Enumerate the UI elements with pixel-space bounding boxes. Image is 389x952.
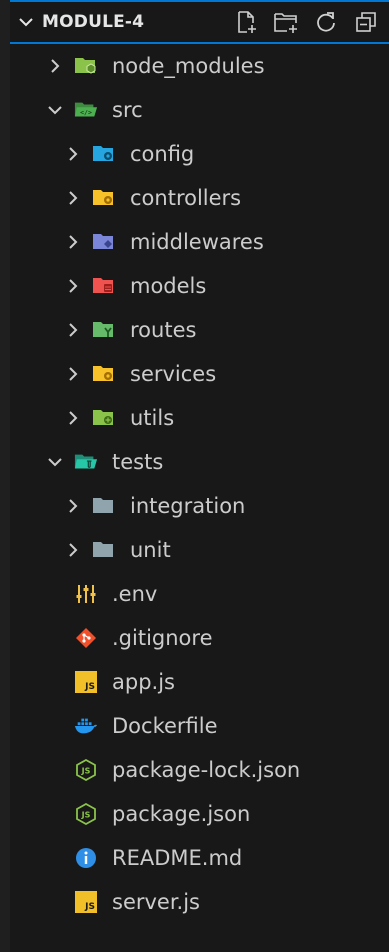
tree-item-label: node_modules bbox=[112, 54, 265, 78]
chevron-right-icon[interactable] bbox=[64, 277, 82, 295]
tree-item-label: integration bbox=[130, 494, 246, 518]
folder-icon bbox=[92, 538, 116, 562]
git-icon bbox=[74, 626, 98, 650]
tree-file-item[interactable]: JS package.json bbox=[10, 792, 389, 836]
nodejs-icon: JS bbox=[74, 802, 98, 826]
tree-item-label: .env bbox=[112, 582, 158, 606]
collapse-all-icon[interactable] bbox=[353, 9, 379, 35]
folder-tests-icon bbox=[74, 450, 98, 474]
chevron-right-icon[interactable] bbox=[64, 189, 82, 207]
folder-src-icon: </> bbox=[74, 98, 98, 122]
tree-file-item[interactable]: JS app.js bbox=[10, 660, 389, 704]
tree-file-item[interactable]: .env bbox=[10, 572, 389, 616]
tree-item-label: package-lock.json bbox=[112, 758, 301, 782]
new-folder-icon[interactable] bbox=[273, 9, 299, 35]
svg-text:</>: </> bbox=[80, 109, 92, 117]
tree-item-label: README.md bbox=[112, 846, 243, 870]
tree-item-label: app.js bbox=[112, 670, 175, 694]
tree-item-label: package.json bbox=[112, 802, 251, 826]
tree-folder-item[interactable]: utils bbox=[10, 396, 389, 440]
javascript-icon: JS bbox=[74, 670, 98, 694]
tree-item-label: models bbox=[130, 274, 207, 298]
tree-file-item[interactable]: .gitignore bbox=[10, 616, 389, 660]
tree-item-label: routes bbox=[130, 318, 197, 342]
file-tree: node_modules </> src config controllers middl… bbox=[10, 44, 389, 924]
tree-folder-item[interactable]: </> src bbox=[10, 88, 389, 132]
tree-file-item[interactable]: JS package-lock.json bbox=[10, 748, 389, 792]
explorer-panel: MODULE-4 node_modules </> src config con… bbox=[0, 0, 389, 952]
workspace-title: MODULE-4 bbox=[42, 12, 145, 32]
info-icon bbox=[74, 846, 98, 870]
tree-file-item[interactable]: Dockerfile bbox=[10, 704, 389, 748]
tree-folder-item[interactable]: controllers bbox=[10, 176, 389, 220]
folder-models-icon bbox=[92, 274, 116, 298]
tree-item-label: server.js bbox=[112, 890, 200, 914]
chevron-right-icon[interactable] bbox=[46, 57, 64, 75]
chevron-right-icon[interactable] bbox=[64, 497, 82, 515]
chevron-right-icon[interactable] bbox=[64, 409, 82, 427]
new-file-icon[interactable] bbox=[233, 9, 259, 35]
tree-item-label: unit bbox=[130, 538, 171, 562]
tree-folder-item[interactable]: middlewares bbox=[10, 220, 389, 264]
chevron-right-icon[interactable] bbox=[64, 365, 82, 383]
refresh-icon[interactable] bbox=[313, 9, 339, 35]
tree-item-label: Dockerfile bbox=[112, 714, 218, 738]
tree-file-item[interactable]: JS server.js bbox=[10, 880, 389, 924]
svg-text:JS: JS bbox=[81, 811, 91, 820]
folder-middlewares-icon bbox=[92, 230, 116, 254]
tree-item-label: middlewares bbox=[130, 230, 264, 254]
javascript-icon: JS bbox=[74, 890, 98, 914]
tree-folder-item[interactable]: unit bbox=[10, 528, 389, 572]
tree-item-label: src bbox=[112, 98, 143, 122]
explorer-actions bbox=[233, 2, 379, 42]
tree-item-label: services bbox=[130, 362, 217, 386]
chevron-right-icon[interactable] bbox=[64, 541, 82, 559]
svg-text:JS: JS bbox=[81, 767, 91, 776]
chevron-right-icon[interactable] bbox=[64, 321, 82, 339]
env-settings-icon bbox=[74, 582, 98, 606]
tree-item-label: config bbox=[130, 142, 195, 166]
chevron-down-icon[interactable] bbox=[16, 12, 36, 32]
folder-node-icon bbox=[74, 54, 98, 78]
tree-folder-item[interactable]: node_modules bbox=[10, 44, 389, 88]
folder-config-icon bbox=[92, 142, 116, 166]
docker-icon bbox=[74, 714, 98, 738]
tree-folder-item[interactable]: config bbox=[10, 132, 389, 176]
folder-routes-icon bbox=[92, 318, 116, 342]
tree-folder-item[interactable]: routes bbox=[10, 308, 389, 352]
tree-item-label: controllers bbox=[130, 186, 242, 210]
chevron-right-icon[interactable] bbox=[64, 233, 82, 251]
tree-folder-item[interactable]: tests bbox=[10, 440, 389, 484]
tree-item-label: utils bbox=[130, 406, 175, 430]
tree-item-label: .gitignore bbox=[112, 626, 213, 650]
folder-controllers-icon bbox=[92, 186, 116, 210]
tree-folder-item[interactable]: models bbox=[10, 264, 389, 308]
folder-services-icon bbox=[92, 362, 116, 386]
folder-icon bbox=[92, 494, 116, 518]
tree-folder-item[interactable]: services bbox=[10, 352, 389, 396]
chevron-down-icon[interactable] bbox=[46, 101, 64, 119]
tree-folder-item[interactable]: integration bbox=[10, 484, 389, 528]
folder-utils-icon bbox=[92, 406, 116, 430]
tree-item-label: tests bbox=[112, 450, 164, 474]
chevron-right-icon[interactable] bbox=[64, 145, 82, 163]
chevron-down-icon[interactable] bbox=[46, 453, 64, 471]
nodejs-icon: JS bbox=[74, 758, 98, 782]
tree-file-item[interactable]: README.md bbox=[10, 836, 389, 880]
explorer-header[interactable]: MODULE-4 bbox=[10, 0, 389, 44]
